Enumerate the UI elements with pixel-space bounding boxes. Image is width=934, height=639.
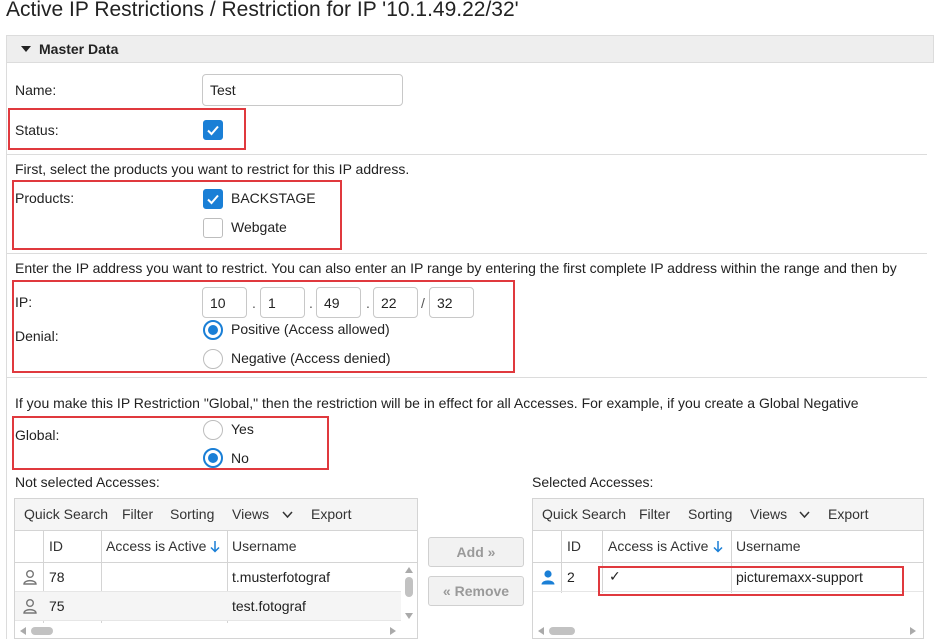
column-header-id[interactable]: ID xyxy=(567,538,581,554)
ip-octet-1-input[interactable] xyxy=(202,287,247,318)
cell-id: 78 xyxy=(49,569,65,585)
section-label: Master Data xyxy=(39,41,119,57)
column-header-active[interactable]: Access is Active xyxy=(106,538,206,554)
vertical-scrollbar[interactable] xyxy=(402,563,416,623)
scroll-down-icon xyxy=(405,613,413,619)
column-header-username[interactable]: Username xyxy=(232,538,297,554)
master-data-section-header[interactable]: Master Data xyxy=(6,35,934,63)
cell-id: 2 xyxy=(567,569,575,585)
checkmark-icon xyxy=(207,125,219,136)
table-row[interactable]: 75 test.fotograf xyxy=(15,592,401,621)
filter-button[interactable]: Filter xyxy=(122,506,153,522)
remove-button[interactable]: « Remove xyxy=(428,576,524,606)
selected-label: Selected Accesses: xyxy=(532,474,654,490)
quick-search-button[interactable]: Quick Search xyxy=(24,506,108,522)
caret-down-icon xyxy=(21,46,31,52)
products-hint: First, select the products you want to r… xyxy=(15,161,410,177)
sorting-button[interactable]: Sorting xyxy=(688,506,732,522)
export-button[interactable]: Export xyxy=(311,506,351,522)
sort-down-arrow-icon xyxy=(713,541,723,553)
global-no-label: No xyxy=(231,450,249,466)
sorting-button[interactable]: Sorting xyxy=(170,506,214,522)
scroll-up-icon xyxy=(405,567,413,573)
scroll-left-icon xyxy=(20,627,26,635)
export-button[interactable]: Export xyxy=(828,506,868,522)
scroll-thumb[interactable] xyxy=(405,577,413,597)
add-button[interactable]: Add » xyxy=(428,537,524,567)
name-input[interactable] xyxy=(202,74,403,106)
global-label: Global: xyxy=(15,427,60,443)
ip-hint: Enter the IP address you want to restric… xyxy=(15,260,897,276)
ip-octet-4-input[interactable] xyxy=(373,287,418,318)
page-title: Active IP Restrictions / Restriction for… xyxy=(6,0,519,21)
product-backstage-checkbox[interactable] xyxy=(203,189,223,209)
not-selected-label: Not selected Accesses: xyxy=(15,474,160,490)
filter-button[interactable]: Filter xyxy=(639,506,670,522)
ip-slash: / xyxy=(421,295,425,311)
checkmark-icon xyxy=(207,194,219,205)
product-webgate-label: Webgate xyxy=(231,219,287,235)
user-outline-icon xyxy=(23,570,37,585)
global-yes-radio[interactable] xyxy=(203,420,223,440)
grid-header: ID Access is Active Username xyxy=(533,531,923,563)
ip-label: IP: xyxy=(15,294,33,310)
quick-search-button[interactable]: Quick Search xyxy=(542,506,626,522)
horizontal-scrollbar[interactable] xyxy=(15,624,417,638)
scroll-left-icon xyxy=(538,627,544,635)
table-row[interactable]: 78 t.musterfotograf xyxy=(15,563,401,592)
views-button[interactable]: Views xyxy=(750,506,787,522)
chevron-down-icon xyxy=(799,511,810,519)
views-button[interactable]: Views xyxy=(232,506,269,522)
divider xyxy=(7,154,927,155)
global-highlight xyxy=(12,416,329,470)
ip-octet-2-input[interactable] xyxy=(260,287,305,318)
ip-dot: . xyxy=(366,295,370,311)
scroll-thumb[interactable] xyxy=(549,627,575,635)
global-hint: If you make this IP Restriction "Global,… xyxy=(15,395,859,411)
divider xyxy=(7,377,927,378)
column-header-username[interactable]: Username xyxy=(736,538,801,554)
chevron-down-icon xyxy=(282,511,293,519)
denial-positive-radio[interactable] xyxy=(203,320,223,340)
denial-positive-label: Positive (Access allowed) xyxy=(231,321,390,337)
grid-header: ID Access is Active Username xyxy=(15,531,417,563)
denial-label: Denial: xyxy=(15,328,59,344)
divider xyxy=(7,253,927,254)
grid-toolbar: Quick Search Filter Sorting Views Export xyxy=(15,499,417,531)
global-no-radio[interactable] xyxy=(203,448,223,468)
products-label: Products: xyxy=(15,190,75,206)
grid-toolbar: Quick Search Filter Sorting Views Export xyxy=(533,499,923,531)
cell-username: t.musterfotograf xyxy=(232,569,331,585)
column-header-id[interactable]: ID xyxy=(49,538,63,554)
global-yes-label: Yes xyxy=(231,421,254,437)
horizontal-scrollbar[interactable] xyxy=(533,624,923,638)
scroll-right-icon xyxy=(390,627,396,635)
scroll-thumb[interactable] xyxy=(31,627,53,635)
denial-negative-radio[interactable] xyxy=(203,349,223,369)
selected-row-highlight xyxy=(598,566,904,596)
status-checkbox[interactable] xyxy=(203,120,223,140)
column-header-active[interactable]: Access is Active xyxy=(608,538,708,554)
ip-octet-3-input[interactable] xyxy=(316,287,361,318)
status-label: Status: xyxy=(15,122,59,138)
ip-dot: . xyxy=(309,295,313,311)
cell-id: 75 xyxy=(49,598,65,614)
ip-dot: . xyxy=(252,295,256,311)
product-backstage-label: BACKSTAGE xyxy=(231,190,316,206)
ip-mask-input[interactable] xyxy=(429,287,474,318)
product-webgate-checkbox[interactable] xyxy=(203,218,223,238)
sort-down-arrow-icon xyxy=(210,541,220,553)
denial-negative-label: Negative (Access denied) xyxy=(231,350,391,366)
scroll-right-icon xyxy=(910,627,916,635)
name-label: Name: xyxy=(15,82,57,98)
user-outline-icon xyxy=(23,599,37,614)
user-filled-icon xyxy=(541,570,555,585)
not-selected-grid: Quick Search Filter Sorting Views Export… xyxy=(14,498,418,639)
cell-username: test.fotograf xyxy=(232,598,306,614)
